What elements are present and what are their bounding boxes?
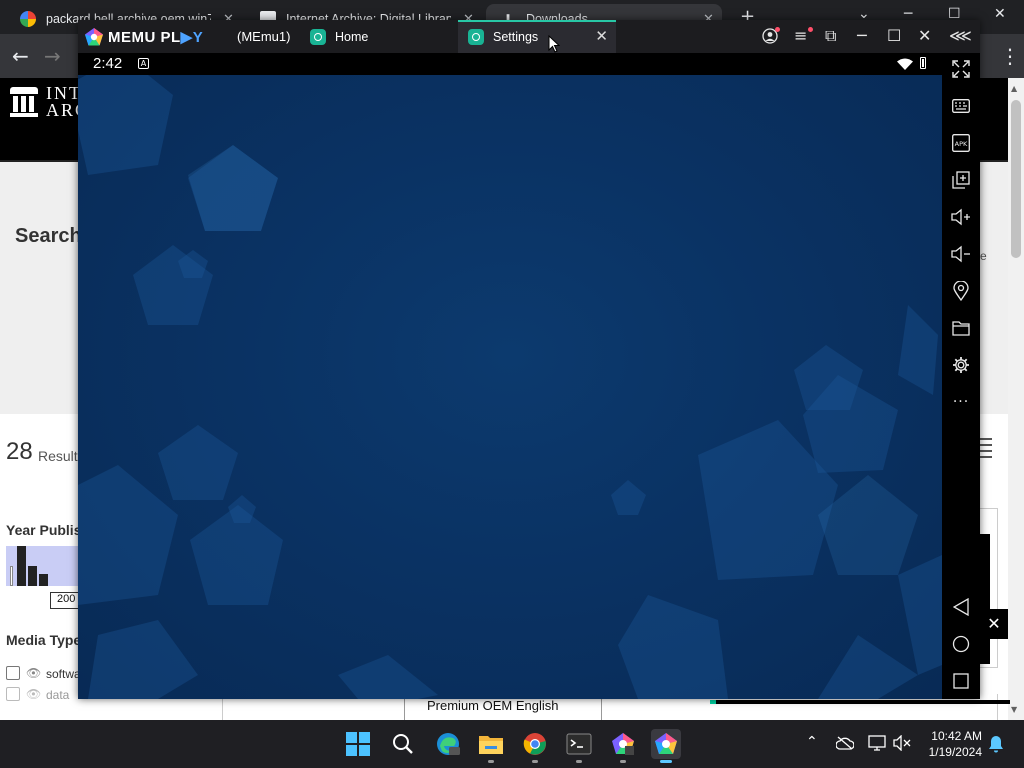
network-icon[interactable] (868, 735, 886, 751)
eye-icon[interactable]: 👁 (26, 666, 41, 680)
google-icon (20, 11, 36, 27)
app-icon (310, 28, 326, 45)
android-screen[interactable] (78, 75, 942, 699)
download-progress-strip (710, 700, 1010, 704)
memu-tab-label: Home (335, 29, 369, 44)
memu-brand: MEMU PL▶Y (108, 29, 204, 46)
chrome-icon[interactable] (520, 729, 550, 763)
media-item-software: softwa (46, 667, 81, 681)
notification-dot (775, 27, 780, 32)
battery-icon (920, 57, 926, 69)
edge-icon[interactable] (433, 729, 463, 759)
memu-minimize-button[interactable]: ─ (857, 26, 867, 45)
memu-tab-settings[interactable]: Settings ✕ (458, 20, 616, 53)
notification-bell-icon[interactable] (988, 735, 1004, 753)
volume-up-icon[interactable] (950, 206, 972, 228)
media-checkbox-data[interactable] (6, 687, 20, 701)
fullscreen-icon[interactable] (950, 58, 972, 80)
settings-icon[interactable] (950, 354, 972, 376)
archive-logo-icon[interactable] (10, 87, 38, 117)
memu-maximize-button[interactable]: ☐ (887, 26, 901, 45)
histogram-slider-handle (10, 566, 13, 586)
memu-multi-icon[interactable] (608, 729, 638, 763)
year-min-input[interactable]: 200 (50, 592, 80, 609)
list-view-icon[interactable] (980, 438, 992, 464)
back-button[interactable]: ← (12, 44, 29, 68)
close-window-button[interactable]: ✕ (994, 6, 1006, 22)
notification-dot (808, 27, 813, 32)
memu-logo-icon (85, 28, 103, 46)
multi-instance-button[interactable]: ⧉ (825, 26, 836, 46)
android-status-bar: 2:42 A (78, 53, 942, 75)
system-clock[interactable]: 10:42 AM 1/19/2024 (918, 728, 982, 760)
windows-taskbar: ⌃ 10:42 AM 1/19/2024 (0, 720, 1024, 768)
search-heading: Search (15, 225, 82, 247)
year-published-heading: Year Publis (6, 522, 82, 538)
start-icon[interactable] (343, 729, 373, 759)
media-checkbox-software[interactable] (6, 666, 20, 680)
results-count: 28 (6, 438, 33, 465)
keyboard-icon[interactable] (950, 95, 972, 117)
file-explorer-icon[interactable] (476, 729, 506, 763)
mouse-cursor-icon (548, 35, 560, 53)
search-icon[interactable] (388, 729, 418, 759)
forward-button[interactable]: → (44, 44, 61, 68)
memu-instance-name: (MEmu1) (237, 29, 291, 44)
clock-time: 10:42 AM (931, 729, 982, 743)
terminal-icon[interactable] (564, 729, 594, 763)
svg-text:APK: APK (955, 140, 968, 148)
media-item-data: data (46, 688, 70, 702)
volume-muted-icon[interactable] (893, 735, 911, 751)
wallpaper (78, 75, 942, 699)
media-type-heading: Media Type (6, 632, 82, 648)
location-icon[interactable] (950, 280, 972, 302)
page-scrollbar[interactable]: ▲ ▼ (1008, 78, 1024, 720)
year-histogram[interactable] (6, 546, 80, 586)
recents-icon[interactable] (950, 670, 972, 692)
memu-sidebar: APK ··· (942, 53, 980, 699)
browser-menu-button[interactable]: ⋮ (1000, 44, 1020, 68)
apk-icon[interactable]: APK (950, 132, 972, 154)
collapse-sidebar-button[interactable]: ⋘ (949, 26, 972, 45)
multi-window-icon[interactable] (950, 169, 972, 191)
memu-menu-button[interactable]: ≡ (794, 26, 807, 45)
onedrive-icon[interactable] (836, 736, 854, 750)
memu-title-bar: MEMU PL▶Y (MEmu1) Home Settings ✕ ≡ ⧉ ─ … (78, 20, 980, 53)
ad-close-button[interactable]: ✕ (980, 609, 1008, 639)
memu-close-button[interactable]: ✕ (918, 26, 931, 45)
memu-tab-label: Settings (493, 29, 539, 44)
right-note: e (980, 249, 987, 263)
memu-icon[interactable] (651, 729, 681, 763)
settings-app-icon (468, 28, 484, 45)
notification-icon: A (138, 58, 149, 69)
results-label: Result (38, 448, 78, 464)
memu-tab-home[interactable]: Home (306, 20, 458, 53)
folder-icon[interactable] (950, 317, 972, 339)
wifi-icon (897, 58, 913, 70)
back-icon[interactable] (950, 596, 972, 618)
memu-window: MEMU PL▶Y (MEmu1) Home Settings ✕ ≡ ⧉ ─ … (78, 20, 980, 699)
volume-down-icon[interactable] (950, 243, 972, 265)
home-icon[interactable] (950, 633, 972, 655)
clock-date: 1/19/2024 (928, 745, 982, 759)
tray-overflow-icon[interactable]: ⌃ (806, 734, 818, 750)
scrollbar-thumb[interactable] (1011, 100, 1021, 258)
close-tab-icon[interactable]: ✕ (595, 27, 608, 45)
eye-icon[interactable]: 👁 (26, 687, 41, 701)
status-time: 2:42 (93, 55, 123, 72)
more-icon[interactable]: ··· (950, 391, 972, 413)
